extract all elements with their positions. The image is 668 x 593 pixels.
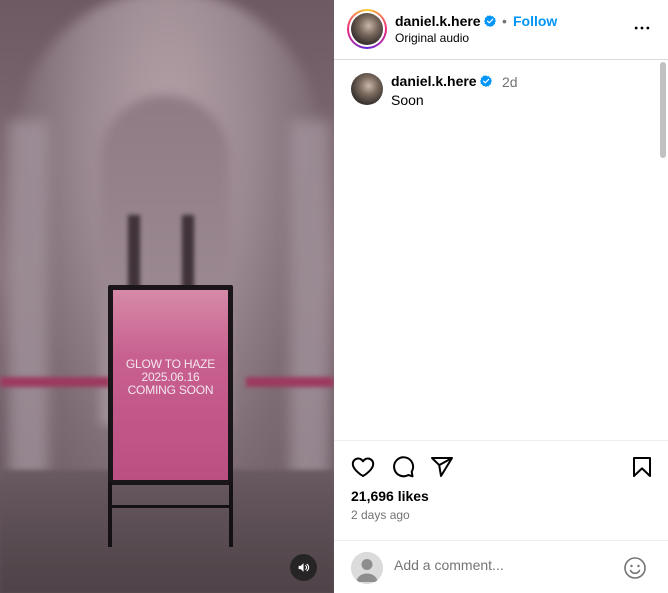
door-panel	[182, 215, 194, 295]
more-horizontal-icon[interactable]	[632, 18, 652, 38]
avatar	[351, 13, 383, 45]
caption-timestamp[interactable]: 2d	[502, 74, 518, 90]
avatar[interactable]	[351, 73, 383, 105]
likes-count[interactable]: 21,696 likes	[351, 488, 429, 504]
audio-toggle-button[interactable]	[290, 554, 317, 581]
comment-icon[interactable]	[391, 455, 415, 479]
door-panel	[128, 215, 140, 295]
caption-text: Soon	[391, 92, 424, 108]
heart-icon[interactable]	[351, 455, 375, 479]
background-pillar	[290, 120, 330, 480]
rope-barrier	[0, 377, 110, 387]
emoji-icon[interactable]	[623, 556, 647, 580]
comments-section: daniel.k.here 2d Soon	[334, 61, 668, 439]
author-username-text[interactable]: daniel.k.here	[395, 13, 481, 29]
bookmark-icon[interactable]	[630, 455, 654, 479]
verified-badge-icon	[479, 75, 492, 87]
sign-line: COMING SOON	[127, 383, 214, 397]
follow-button[interactable]: Follow	[513, 13, 557, 29]
sign-leg	[108, 482, 112, 547]
scrollbar-thumb[interactable]	[660, 62, 666, 158]
post-media[interactable]: GLOW TO HAZE 2025.06.16 COMING SOON	[0, 0, 334, 593]
author-username[interactable]: daniel.k.here	[395, 13, 496, 29]
sign-leg	[229, 482, 233, 547]
share-icon[interactable]	[430, 455, 454, 479]
speaker-icon	[298, 563, 310, 572]
default-avatar-icon	[351, 552, 383, 584]
audio-label[interactable]: Original audio	[395, 31, 469, 45]
post-sidebar: daniel.k.here • Follow Original audio da…	[334, 0, 668, 593]
comment-input[interactable]	[394, 557, 614, 573]
sign-text: GLOW TO HAZE 2025.06.16 COMING SOON	[113, 358, 228, 397]
caption-author[interactable]: daniel.k.here	[391, 73, 492, 89]
verified-badge-icon	[483, 15, 496, 27]
user-avatar	[351, 552, 383, 584]
separator-dot: •	[502, 13, 507, 29]
sign-crossbar	[112, 505, 230, 508]
action-bar: 21,696 likes 2 days ago	[334, 440, 668, 540]
post-header: daniel.k.here • Follow Original audio	[334, 0, 668, 60]
comment-bar	[334, 540, 668, 593]
post-date[interactable]: 2 days ago	[351, 508, 410, 522]
caption-author-text[interactable]: daniel.k.here	[391, 73, 477, 89]
ground	[0, 470, 334, 593]
rope-barrier	[246, 377, 334, 387]
story-avatar[interactable]	[347, 9, 387, 49]
background-pillar	[8, 120, 48, 480]
